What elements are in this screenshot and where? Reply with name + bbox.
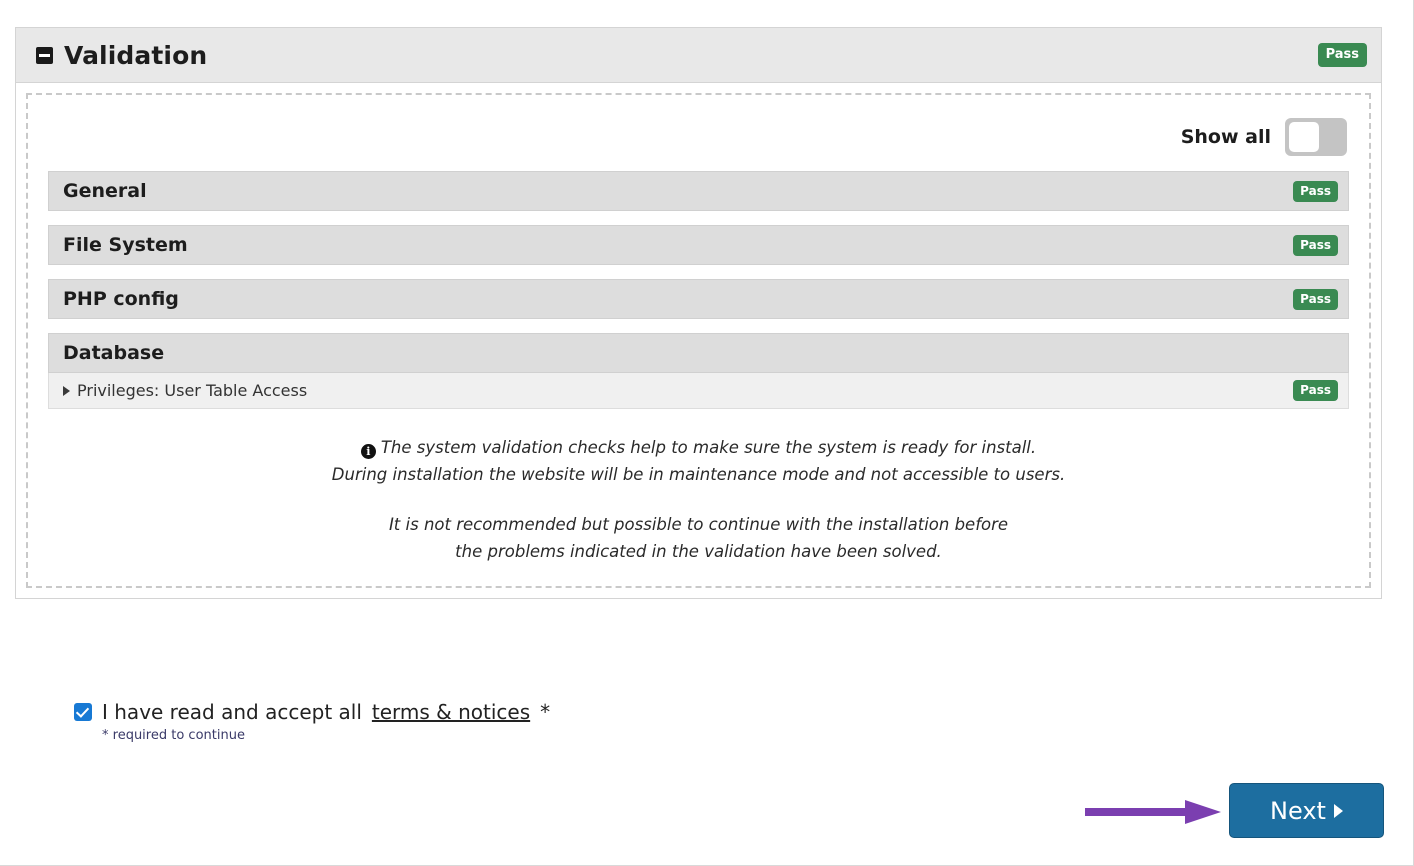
terms-text: I have read and accept all (102, 700, 362, 724)
info-icon: i (360, 444, 376, 459)
validation-panel: Validation Pass Show all General Pass Fi… (15, 27, 1382, 599)
note-line-1-wrap: i The system validation checks help to ma… (48, 435, 1349, 462)
note-spacer (48, 488, 1349, 512)
terms-checkbox[interactable] (74, 703, 92, 721)
show-all-label: Show all (1180, 126, 1271, 148)
section-label: General (63, 180, 147, 202)
show-all-toggle[interactable] (1285, 118, 1347, 156)
panel-title-group: Validation (36, 41, 1318, 70)
note-line-3: It is not recommended but possible to co… (388, 515, 1009, 535)
toggle-knob (1289, 122, 1319, 152)
next-button-label: Next (1270, 796, 1326, 825)
section-header-general[interactable]: General Pass (48, 171, 1349, 211)
status-badge-validation: Pass (1317, 43, 1367, 67)
terms-acceptance-row: I have read and accept all terms & notic… (74, 700, 550, 724)
status-badge-file-system: Pass (1293, 234, 1338, 256)
validation-notes: i The system validation checks help to ma… (48, 435, 1349, 566)
note-line-4: the problems indicated in the validation… (455, 542, 942, 562)
check-item-label: Privileges: User Table Access (77, 381, 308, 400)
note-line-1: The system validation checks help to mak… (380, 438, 1037, 457)
note-line-2: During installation the website will be … (331, 464, 1066, 484)
validation-panel-header[interactable]: Validation Pass (16, 28, 1381, 83)
check-section-php-config: PHP config Pass (48, 279, 1349, 319)
check-item-privileges[interactable]: Privileges: User Table Access Pass (48, 373, 1349, 409)
check-section-database: Database Privileges: User Table Access P… (48, 333, 1349, 409)
terms-asterisk: * (540, 700, 551, 724)
section-label: PHP config (63, 288, 179, 310)
status-badge-php-config: Pass (1293, 288, 1338, 310)
section-header-database[interactable]: Database (48, 333, 1349, 373)
section-header-file-system[interactable]: File System Pass (48, 225, 1349, 265)
page-frame: Validation Pass Show all General Pass Fi… (0, 0, 1414, 866)
next-button[interactable]: Next (1229, 783, 1384, 838)
check-section-file-system: File System Pass (48, 225, 1349, 265)
page-title: Validation (64, 40, 208, 70)
show-all-row: Show all (48, 117, 1349, 157)
status-badge-privileges: Pass (1293, 380, 1338, 401)
caret-right-icon (1333, 803, 1343, 818)
caret-right-icon[interactable] (63, 385, 70, 396)
validation-body: Show all General Pass File System Pass P… (26, 93, 1371, 588)
status-badge-general: Pass (1293, 180, 1338, 202)
terms-block: I have read and accept all terms & notic… (74, 700, 550, 743)
check-section-general: General Pass (48, 171, 1349, 211)
terms-and-notices-link[interactable]: terms & notices (372, 700, 530, 724)
section-label: File System (63, 234, 188, 256)
right-arrow-annotation (1085, 800, 1221, 824)
section-label: Database (63, 342, 165, 364)
section-header-php-config[interactable]: PHP config Pass (48, 279, 1349, 319)
minus-square-icon[interactable] (36, 46, 53, 64)
check-item-label-group: Privileges: User Table Access (63, 381, 1293, 400)
required-note: * required to continue (102, 728, 245, 743)
